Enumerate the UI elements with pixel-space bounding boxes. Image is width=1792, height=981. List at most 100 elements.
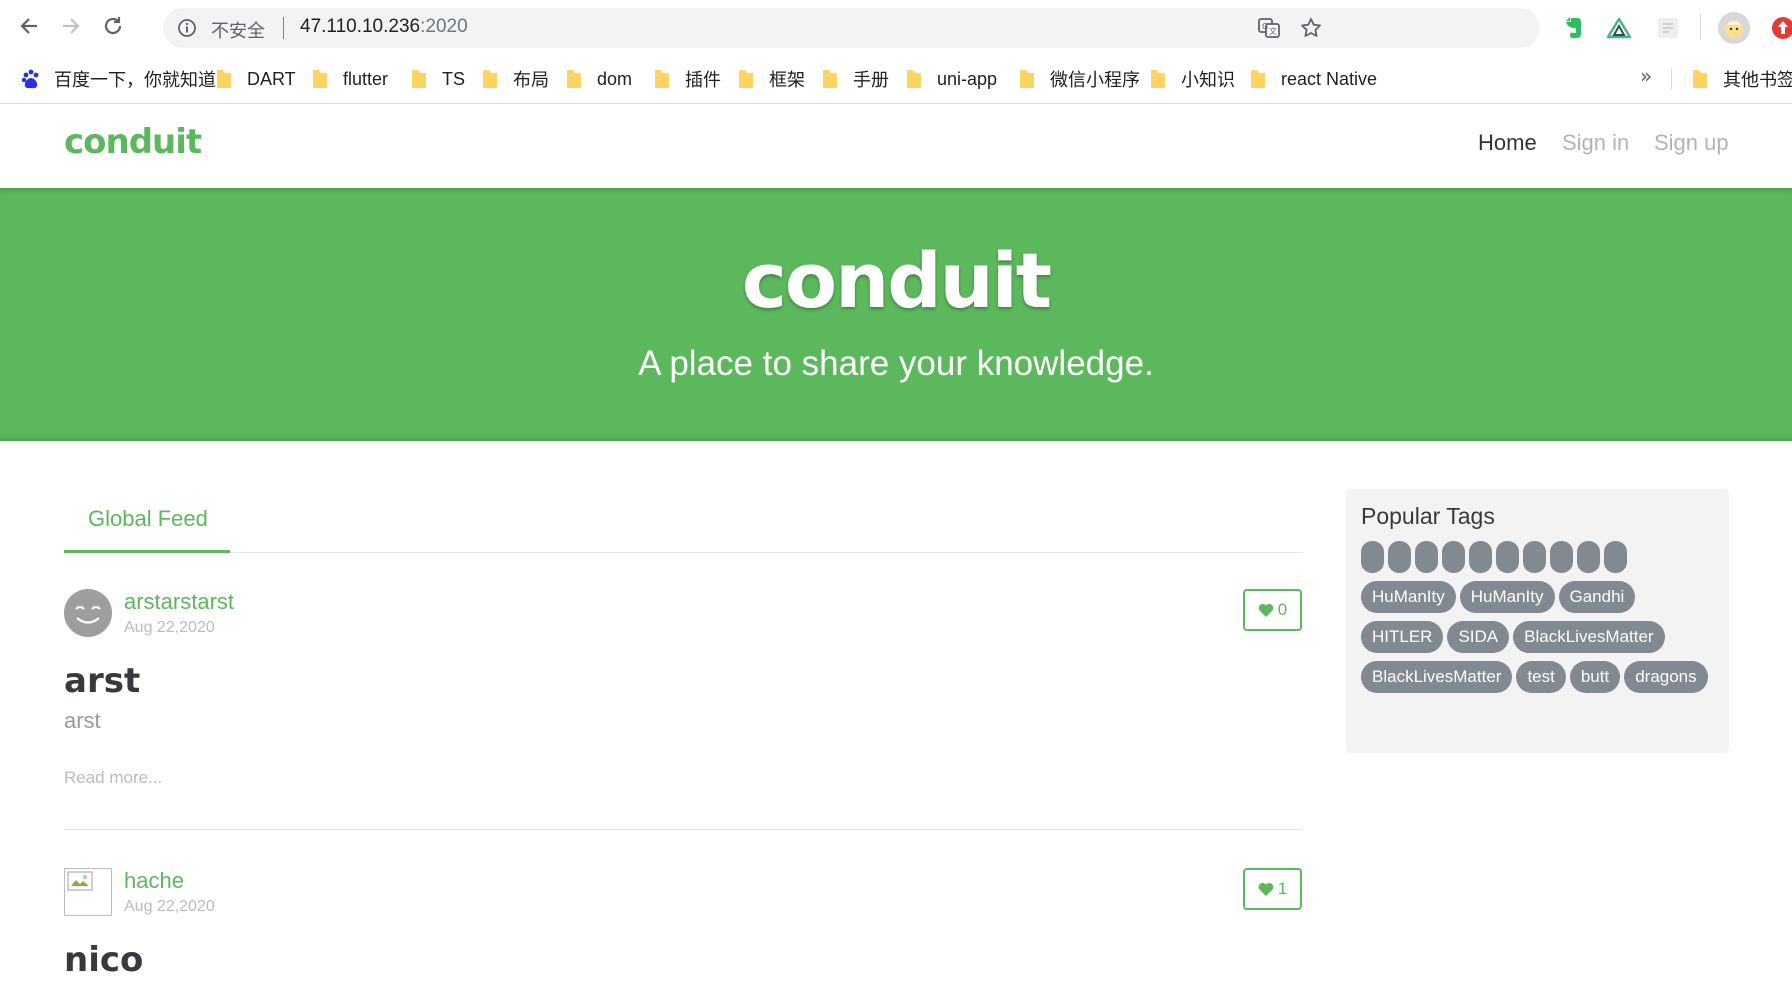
brand-logo[interactable]: conduit [64, 122, 202, 162]
read-more-link[interactable]: Read more... [64, 768, 162, 788]
bookmark-label: 微信小程序 [1050, 70, 1140, 90]
nav-home-link[interactable]: Home [1478, 130, 1537, 156]
browser-toolbar: 不安全 47.110.10.236:2020 G文 [0, 0, 1792, 54]
heart-icon [1258, 603, 1274, 617]
folder-icon [217, 70, 231, 88]
bookmark-folder-flutter[interactable]: flutter [311, 66, 388, 92]
info-icon[interactable] [177, 18, 197, 38]
sidebar-title: Popular Tags [1361, 503, 1495, 529]
bookmarks-overflow-button[interactable]: » [1640, 64, 1652, 88]
favorite-count: 0 [1277, 600, 1288, 619]
favorite-button[interactable]: 0 [1243, 589, 1302, 631]
bookmark-label: 其他书签 [1723, 70, 1792, 90]
url-port: :2020 [420, 16, 468, 37]
tag-list: HuManIty HuManIty Gandhi HITLER SIDA Bla… [1361, 581, 1721, 693]
empty-tag-pill[interactable] [1415, 541, 1438, 573]
empty-tag-pill[interactable] [1388, 541, 1411, 573]
bookmark-baidu[interactable]: 百度一下，你就知道 [20, 66, 216, 92]
smiley-avatar-icon [75, 605, 101, 624]
bookmark-label: uni-app [937, 68, 998, 89]
toolbar-divider [1700, 14, 1701, 40]
extension-placeholder-icon[interactable] [1655, 15, 1681, 41]
tag-pill[interactable]: Gandhi [1558, 581, 1636, 613]
evernote-extension-icon[interactable] [1560, 15, 1586, 41]
bookmark-label: DART [247, 68, 296, 89]
forward-arrow-icon [63, 18, 80, 34]
bookmark-folder-ts[interactable]: TS [410, 66, 465, 92]
bookmark-folder-plugins[interactable]: 插件 [653, 66, 721, 92]
insecure-label: 不安全 [211, 21, 265, 42]
bookmark-label: 布局 [513, 70, 549, 90]
empty-tag-pill[interactable] [1577, 541, 1600, 573]
address-bar[interactable]: 不安全 47.110.10.236:2020 G文 [163, 8, 1540, 48]
reload-button[interactable] [97, 10, 129, 42]
empty-tag-pill[interactable] [1604, 541, 1627, 573]
tag-pill[interactable]: BlackLivesMatter [1513, 621, 1665, 653]
banner-subtitle: A place to share your knowledge. [638, 344, 1154, 383]
bookmark-label: flutter [343, 68, 389, 89]
folder-icon [1151, 70, 1165, 88]
tag-pill[interactable]: butt [1569, 661, 1621, 693]
svg-text:G: G [1262, 22, 1268, 31]
bookmark-folder-uniapp[interactable]: uni-app [905, 66, 997, 92]
bookmark-folder-frameworks[interactable]: 框架 [737, 66, 805, 92]
author-avatar[interactable] [64, 868, 112, 916]
bookmark-folder-react-native[interactable]: react Native [1249, 66, 1377, 92]
feed-tabs: Global Feed [64, 490, 1302, 553]
article-date: Aug 22,2020 [124, 898, 215, 915]
tag-pill[interactable]: SIDA [1447, 621, 1510, 653]
folder-icon [483, 70, 497, 88]
tab-global-feed[interactable]: Global Feed [64, 490, 230, 553]
url-text: 47.110.10.236:2020 [300, 16, 468, 38]
empty-tag-pill[interactable] [1523, 541, 1546, 573]
nav-sign-up-link[interactable]: Sign up [1654, 130, 1729, 156]
bookmarks-bar: 百度一下，你就知道 DART flutter TS 布局 dom 插件 框架 手… [0, 54, 1792, 104]
bookmark-label: 百度一下，你就知道 [54, 70, 216, 90]
empty-tag-pill[interactable] [1550, 541, 1573, 573]
vue-devtools-icon[interactable] [1606, 15, 1632, 41]
empty-tag-pill[interactable] [1469, 541, 1492, 573]
bookmark-folder-wechat-miniprogram[interactable]: 微信小程序 [1018, 66, 1140, 92]
forward-button[interactable] [55, 10, 87, 42]
bookmark-folder-dom[interactable]: dom [565, 66, 632, 92]
nav-sign-in-link[interactable]: Sign in [1562, 130, 1629, 156]
popular-tags-sidebar: Popular Tags HuManIty HuManIty Gandhi HI… [1346, 489, 1729, 753]
omnibox-separator [283, 17, 284, 39]
bookmark-folder-manuals[interactable]: 手册 [821, 66, 889, 92]
author-name[interactable]: arstarstarst [124, 589, 234, 615]
article-date: Aug 22,2020 [124, 619, 215, 636]
bookmark-label: 手册 [853, 70, 889, 90]
folder-icon [907, 70, 921, 88]
tag-pill[interactable]: HITLER [1361, 621, 1444, 653]
bookmark-folder-tips[interactable]: 小知识 [1149, 66, 1235, 92]
empty-tag-pill[interactable] [1361, 541, 1384, 573]
bookmarks-divider [1671, 68, 1672, 90]
bookmark-label: 框架 [769, 70, 805, 90]
article-preview: arstarstarst Aug 22,2020 0 arst arst Rea… [64, 589, 1302, 830]
bookmark-folder-other[interactable]: 其他书签 [1691, 66, 1792, 92]
author-avatar[interactable] [64, 589, 112, 637]
empty-tag-pill[interactable] [1496, 541, 1519, 573]
folder-icon [567, 70, 581, 88]
red-extension-icon[interactable] [1770, 15, 1792, 41]
tag-pill[interactable]: test [1516, 661, 1566, 693]
bookmark-folder-layout[interactable]: 布局 [481, 66, 549, 92]
bookmark-star-icon[interactable] [1299, 16, 1323, 40]
tag-pill[interactable]: dragons [1624, 661, 1708, 693]
banner-title: conduit [741, 236, 1052, 325]
article-title[interactable]: nico [64, 940, 143, 980]
bookmark-label: 插件 [685, 70, 721, 90]
empty-tag-pill[interactable] [1442, 541, 1465, 573]
bookmark-label: react Native [1281, 68, 1378, 89]
tag-pill[interactable]: HuManIty [1361, 581, 1456, 613]
favorite-button[interactable]: 1 [1243, 868, 1302, 910]
translate-icon[interactable]: G文 [1257, 16, 1281, 40]
back-button[interactable] [13, 10, 45, 42]
bookmark-folder-dart[interactable]: DART [215, 66, 296, 92]
tag-pill[interactable]: BlackLivesMatter [1361, 661, 1513, 693]
profile-avatar-icon[interactable] [1718, 12, 1750, 44]
baidu-paw-icon [21, 69, 39, 89]
tag-pill[interactable]: HuManIty [1459, 581, 1555, 613]
author-name[interactable]: hache [124, 868, 184, 894]
article-title[interactable]: arst [64, 661, 140, 701]
